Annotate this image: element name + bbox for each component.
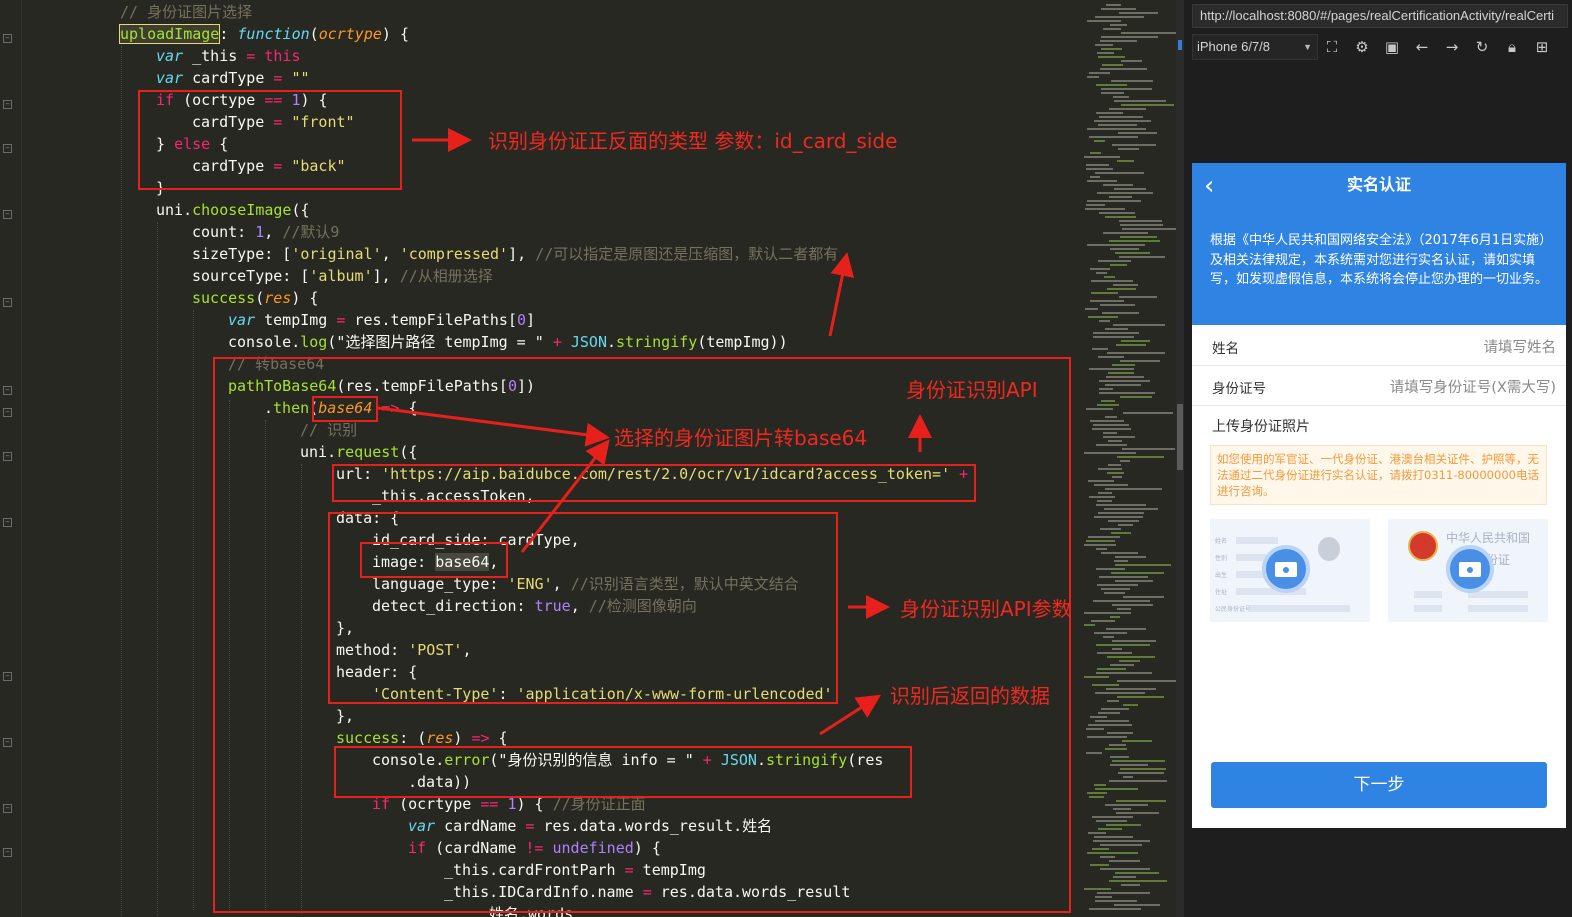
phone-header: ‹ 实名认证 根据《中华人民共和国网络安全法》（2017年6月1日实施）及相关法… xyxy=(1192,163,1566,325)
front-field-label: 住址 xyxy=(1215,589,1228,596)
id-card-back-upload[interactable]: 中华人民共和国 居民身份证 xyxy=(1388,519,1548,622)
device-select[interactable]: iPhone 6/7/8 ▼ xyxy=(1192,34,1318,60)
front-field-label: 出生 xyxy=(1215,572,1228,579)
id-number-input[interactable]: 请填写身份证号(X需大写) xyxy=(1390,376,1556,397)
code-editor[interactable]: − − − − − − − − − − − − − // 身份证图片选择 uploadImage: fun… xyxy=(0,0,1078,917)
editor-scrollbar-thumb[interactable] xyxy=(1177,404,1183,470)
front-field-label: 性别 xyxy=(1215,555,1228,562)
legal-notice: 根据《中华人民共和国网络安全法》（2017年6月1日实施）及相关法律规定，本系统… xyxy=(1210,233,1553,287)
lock-icon[interactable]: 🔒︎ xyxy=(1503,38,1521,56)
placeholder-bar xyxy=(1236,537,1278,544)
upload-tip-box: 如您使用的军官证、一代身份证、港澳台相关证件、护照等，无法通过二代身份证进行实名… xyxy=(1210,445,1547,505)
arrow-to-chooseimage xyxy=(828,252,855,337)
refresh-icon[interactable]: ↻ xyxy=(1473,38,1491,56)
upload-section-title: 上传身份证照片 xyxy=(1212,419,1310,435)
camera-icon[interactable] xyxy=(1446,545,1494,593)
phone-screen: ‹ 实名认证 根据《中华人民共和国网络安全法》（2017年6月1日实施）及相关法… xyxy=(1192,163,1566,828)
back-arrow-icon[interactable]: ← xyxy=(1413,38,1431,56)
id-number-label: 身份证号 xyxy=(1212,381,1266,397)
arrow-from-then-param xyxy=(377,406,610,447)
portrait-icon xyxy=(1318,537,1340,561)
code-minimap[interactable] xyxy=(1078,0,1176,917)
name-row[interactable]: 姓名 请填写姓名 xyxy=(1192,326,1566,366)
screenshot-icon[interactable]: ⛶ xyxy=(1323,38,1341,56)
placeholder-bar xyxy=(1236,554,1266,561)
placeholder-bar xyxy=(1468,605,1528,612)
name-label: 姓名 xyxy=(1212,341,1239,357)
front-field-label: 公民身份证号 xyxy=(1215,606,1252,613)
minimap-position-marker xyxy=(1178,40,1182,50)
arrow-to-return-label xyxy=(819,694,882,736)
placeholder-bar xyxy=(1468,591,1528,598)
card-back-line-1: 中华人民共和国 xyxy=(1446,531,1531,545)
settings-icon[interactable]: ⚙ xyxy=(1353,38,1371,56)
next-step-button[interactable]: 下一步 xyxy=(1211,762,1547,808)
page-title: 实名认证 xyxy=(1346,175,1411,194)
forward-arrow-icon[interactable]: → xyxy=(1443,38,1461,56)
national-emblem-icon xyxy=(1408,531,1438,561)
camera-icon[interactable] xyxy=(1262,545,1310,593)
annotation-arrows xyxy=(377,128,932,736)
placeholder-bar xyxy=(1250,605,1350,612)
console-icon[interactable]: ▣ xyxy=(1383,38,1401,56)
url-bar[interactable]: http://localhost:8080/#/pages/realCertif… xyxy=(1192,4,1568,28)
qrcode-icon[interactable]: ⊞ xyxy=(1533,38,1551,56)
id-card-front-upload[interactable]: 姓名 性别 出生 住址 公民身份证号 xyxy=(1210,519,1370,622)
placeholder-bar xyxy=(1414,591,1442,598)
preview-toolbar: iPhone 6/7/8 ▼ ⛶ ⚙ ▣ ← → ↻ 🔒︎ ⊞ xyxy=(1192,34,1568,60)
name-input[interactable]: 请填写姓名 xyxy=(1484,336,1557,357)
chevron-down-icon: ▼ xyxy=(1303,42,1312,52)
placeholder-bar xyxy=(1414,605,1442,612)
device-select-value: iPhone 6/7/8 xyxy=(1197,39,1271,54)
arrow-from-image-param xyxy=(520,439,610,553)
front-field-label: 姓名 xyxy=(1215,538,1228,545)
id-number-row[interactable]: 身份证号 请填写身份证号(X需大写) xyxy=(1192,366,1566,406)
